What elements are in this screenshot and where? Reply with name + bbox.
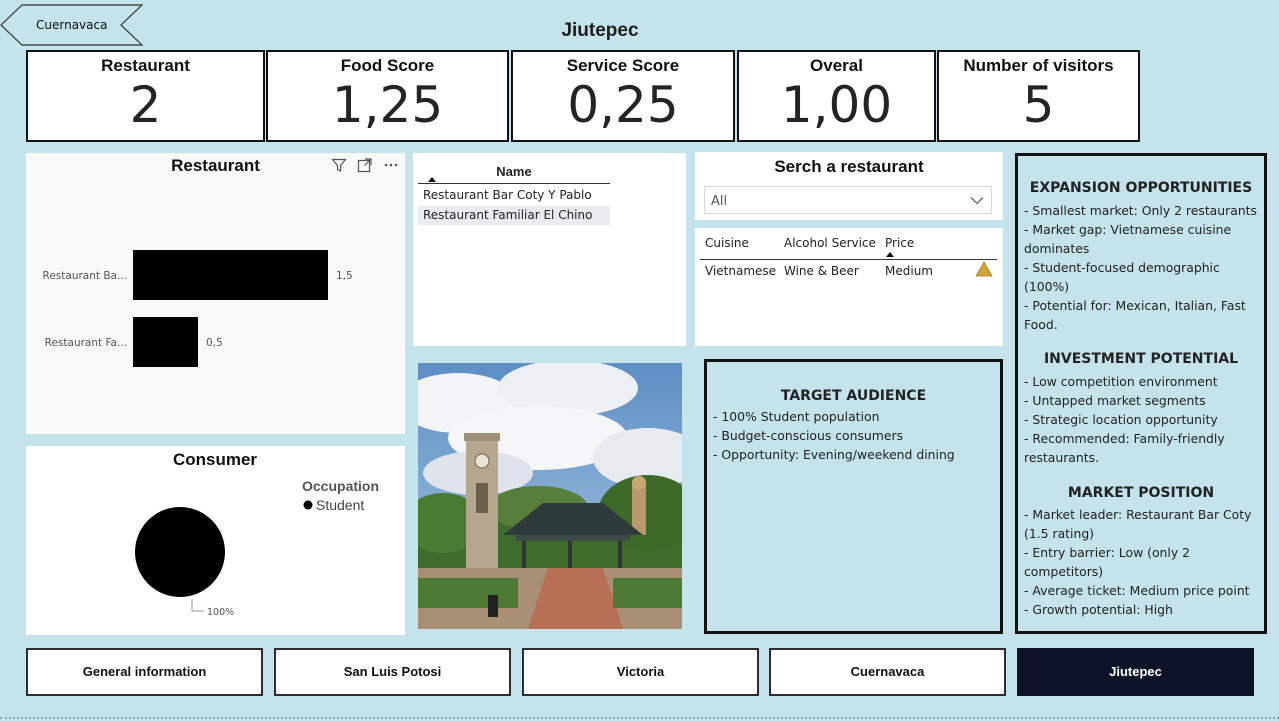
- sort-ascending-icon: [428, 177, 436, 182]
- insight-line: - Low competition environment: [1024, 374, 1218, 389]
- kpi-card-service-score: Service Score 0,25: [511, 50, 735, 142]
- price-cell: Medium: [885, 264, 933, 278]
- pie-slice-label: 100%: [207, 607, 234, 618]
- page-bottom-border: [0, 717, 1279, 719]
- bar-value-label: 1,5: [336, 270, 353, 282]
- pie-chart-title: Consumer: [173, 450, 257, 469]
- restaurant-search-slicer: Serch a restaurant All: [695, 152, 1003, 220]
- legend-marker: [303, 500, 313, 510]
- bar: [133, 317, 198, 367]
- nav-victoria[interactable]: Victoria: [522, 648, 759, 696]
- alcohol-service-header[interactable]: Alcohol Service: [784, 236, 876, 250]
- restaurant-dropdown[interactable]: All: [704, 186, 992, 214]
- restaurant-bar-chart-card[interactable]: Restaurant Restaurant Ba... 1,5 Restaurant…: [26, 153, 405, 434]
- kpi-label: Service Score: [566, 56, 680, 75]
- header-divider: [700, 259, 997, 260]
- insight-line: restaurants.: [1024, 450, 1099, 465]
- insight-line: dominates: [1024, 241, 1090, 256]
- insight-line: - Recommended: Family-friendly: [1024, 431, 1225, 446]
- page-title: Jiutepec: [561, 20, 639, 41]
- nav-general-information[interactable]: General information: [26, 648, 263, 696]
- kpi-label: Overal: [810, 56, 863, 75]
- insight-line: - Market leader: Restaurant Bar Coty: [1024, 507, 1252, 522]
- kpi-value: 2: [129, 76, 162, 134]
- pie-chart-plot: Consumer 100% Occupation Student: [135, 450, 379, 618]
- insight-line: - Entry barrier: Low (only 2: [1024, 545, 1191, 560]
- insight-line: - Average ticket: Medium price point: [1024, 583, 1250, 598]
- insight-line: (1.5 rating): [1024, 526, 1095, 541]
- insight-line: - Untapped market segments: [1024, 393, 1206, 408]
- table-row[interactable]: Restaurant Bar Coty Y Pablo: [418, 186, 610, 205]
- pie-slice: [135, 507, 225, 597]
- kpi-label: Number of visitors: [963, 56, 1114, 75]
- alcohol-service-cell: Wine & Beer: [784, 264, 859, 278]
- insight-line: - Strategic location opportunity: [1024, 412, 1218, 427]
- target-audience-line: - Opportunity: Evening/weekend dining: [713, 447, 955, 462]
- kpi-value: 1,25: [331, 76, 444, 134]
- chevron-down-icon: [970, 197, 984, 205]
- insights-box: EXPANSION OPPORTUNITIES - Smallest marke…: [1015, 153, 1267, 634]
- cuisine-header[interactable]: Cuisine: [705, 236, 749, 250]
- dropdown-selected-value: All: [711, 194, 728, 209]
- nav-san-luis-potosi[interactable]: San Luis Potosi: [274, 648, 511, 696]
- investment-potential-heading: INVESTMENT POTENTIAL: [1043, 351, 1239, 367]
- cuisine-cell: Vietnamese: [705, 264, 777, 278]
- nav-cuernavaca[interactable]: Cuernavaca: [769, 648, 1006, 696]
- expansion-opportunities-heading: EXPANSION OPPORTUNITIES: [1029, 180, 1253, 196]
- target-audience-heading: TARGET AUDIENCE: [780, 388, 927, 404]
- insight-line: Food.: [1024, 317, 1058, 332]
- nav-jiutepec[interactable]: Jiutepec: [1017, 648, 1254, 696]
- insight-line: - Smallest market: Only 2 restaurants: [1024, 203, 1257, 218]
- target-audience-box: TARGET AUDIENCE - 100% Student populatio…: [704, 359, 1003, 634]
- bar: [133, 250, 328, 300]
- target-audience-line: - 100% Student population: [713, 409, 880, 424]
- name-column-header: Name: [496, 164, 532, 179]
- pie-leader-line: [191, 599, 204, 612]
- legend-title: Occupation: [302, 478, 379, 494]
- insight-line: - Student-focused demographic: [1024, 260, 1220, 275]
- legend-item: Student: [316, 497, 364, 513]
- bar-category-label: Restaurant Fa...: [45, 337, 127, 349]
- city-photo: [418, 363, 682, 629]
- kpi-card-restaurant: Restaurant 2: [26, 50, 265, 142]
- kpi-label: Food Score: [340, 56, 435, 75]
- insight-line: (100%): [1024, 279, 1070, 294]
- sort-ascending-icon: [886, 252, 894, 257]
- price-header[interactable]: Price: [885, 236, 914, 250]
- name-table-header[interactable]: Name: [418, 158, 610, 184]
- kpi-label: Restaurant: [101, 56, 190, 75]
- bar-category-label: Restaurant Ba...: [43, 270, 127, 282]
- warning-triangle-icon: [975, 261, 993, 277]
- kpi-card-food-score: Food Score 1,25: [266, 50, 509, 142]
- restaurant-detail-table: Cuisine Alcohol Service Price Vietnamese…: [695, 228, 1003, 346]
- kpi-card-overal: Overal 1,00: [737, 50, 936, 142]
- target-audience-line: - Budget-conscious consumers: [713, 428, 904, 443]
- market-position-heading: MARKET POSITION: [1067, 485, 1215, 501]
- search-title: Serch a restaurant: [774, 157, 924, 176]
- bar-value-label: 0,5: [206, 337, 223, 349]
- kpi-value: 0,25: [567, 76, 679, 134]
- kpi-value: 1,00: [780, 76, 893, 134]
- consumer-pie-chart-card[interactable]: Consumer 100% Occupation Student: [26, 446, 405, 635]
- restaurant-name-table: Name Restaurant Bar Coty Y Pablo Restaur…: [413, 153, 686, 346]
- insight-line: - Potential for: Mexican, Italian, Fast: [1024, 298, 1246, 313]
- insight-line: - Growth potential: High: [1024, 602, 1173, 617]
- insight-line: - Market gap: Vietnamese cuisine: [1024, 222, 1232, 237]
- insight-line: competitors): [1024, 564, 1104, 579]
- table-row[interactable]: Restaurant Familiar El Chino: [418, 206, 610, 225]
- kpi-card-visitors: Number of visitors 5: [937, 50, 1140, 142]
- kpi-value: 5: [1022, 76, 1055, 134]
- bar-chart-plot: Restaurant Ba... 1,5 Restaurant Fa... 0,5: [43, 250, 353, 367]
